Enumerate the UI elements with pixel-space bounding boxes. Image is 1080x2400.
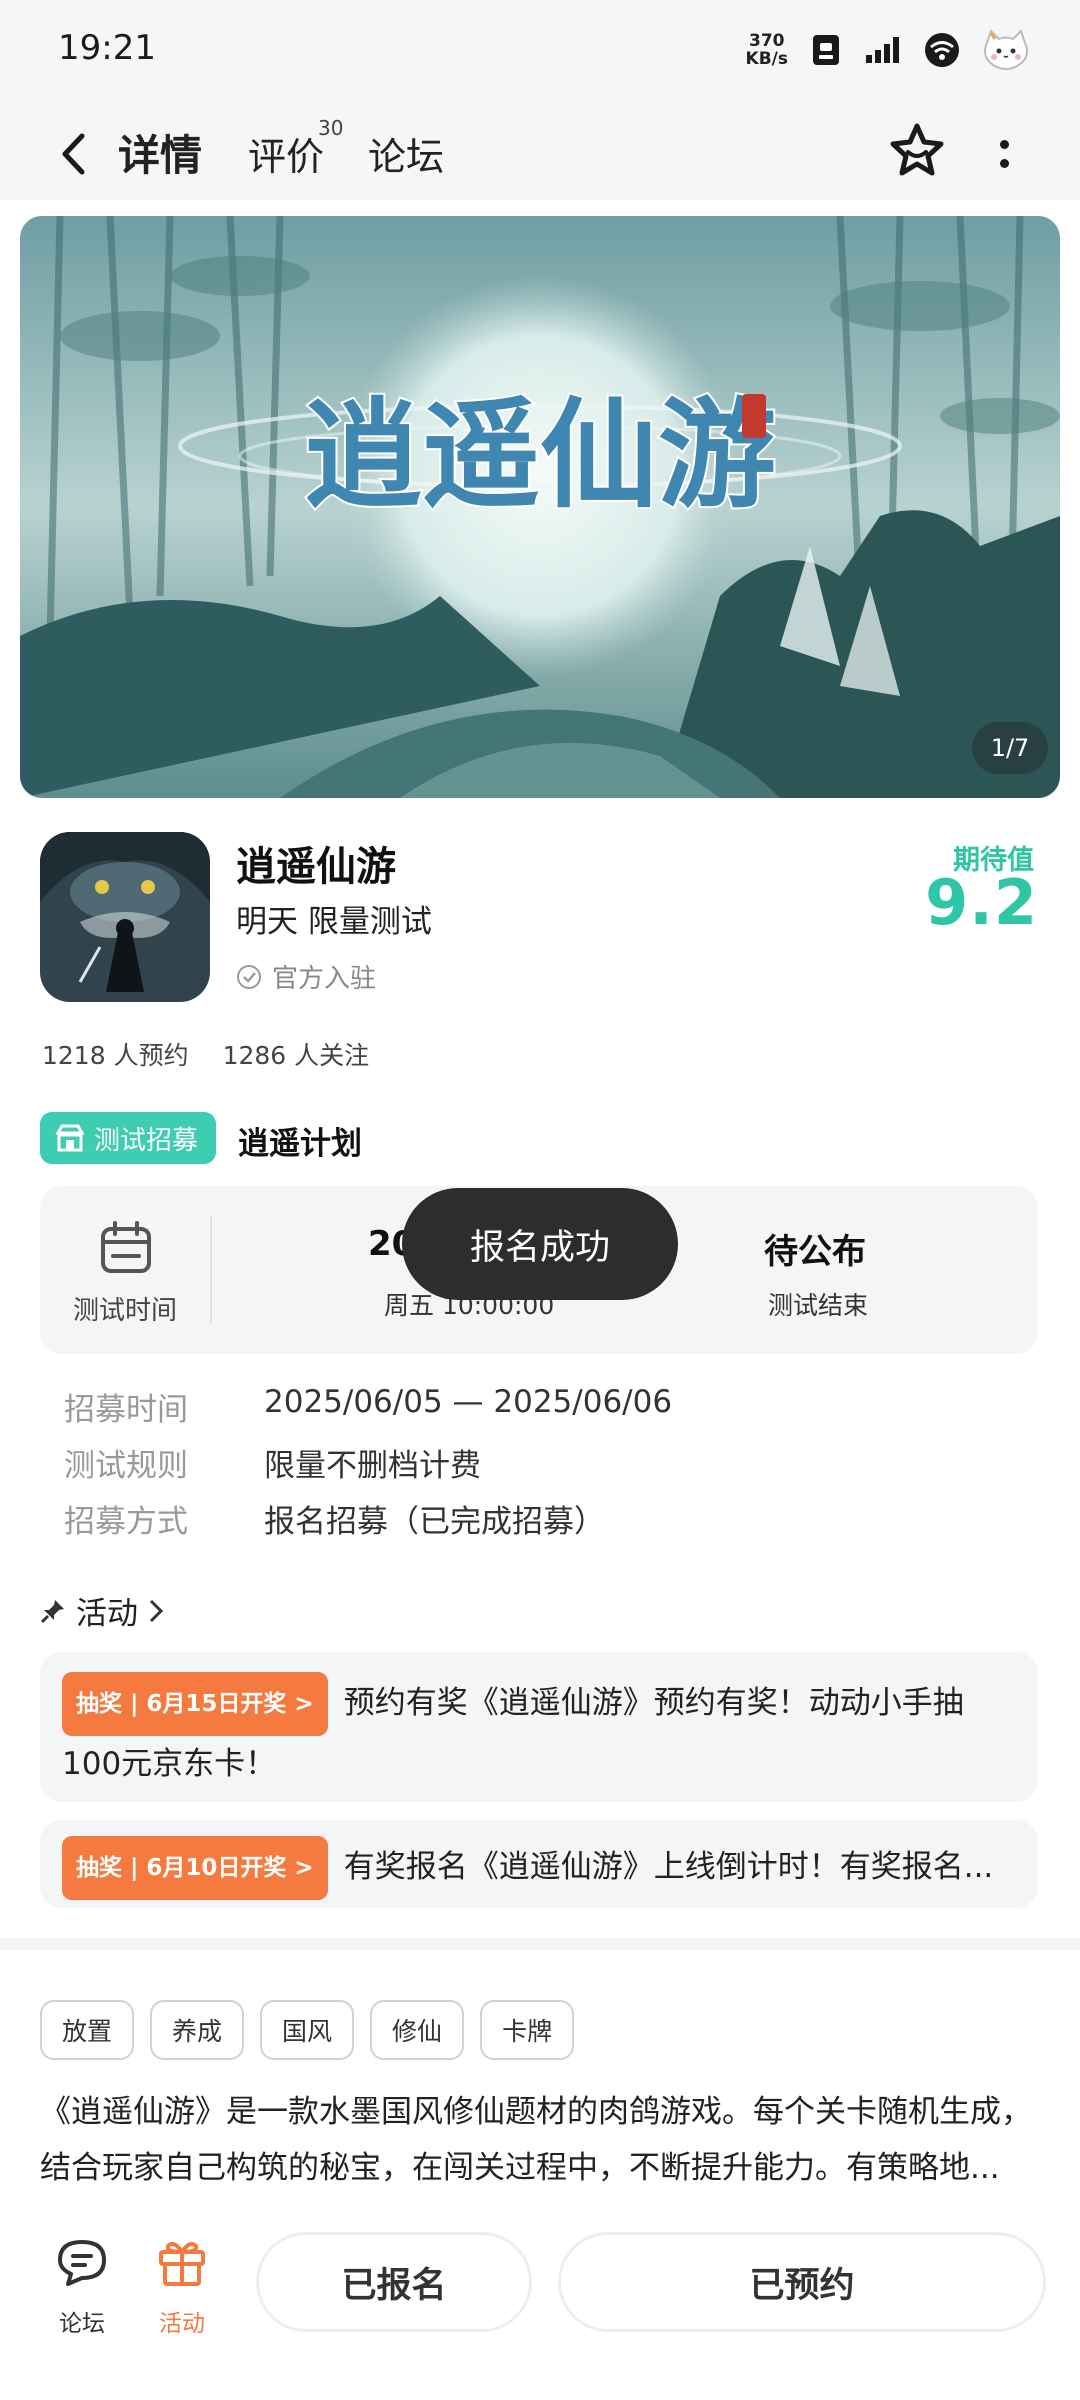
tab-reviews[interactable]: 评价 bbox=[248, 126, 324, 181]
net-speed-unit: KB/s bbox=[745, 49, 788, 69]
star-icon bbox=[890, 123, 944, 176]
game-name: 逍遥仙游 bbox=[236, 844, 396, 890]
status-bar: 19:21 370 KB/s bbox=[0, 0, 1080, 100]
genre-tag[interactable]: 卡牌 bbox=[480, 2000, 575, 2060]
signup-success-toast: 报名成功 bbox=[402, 1188, 678, 1300]
test-time-label: 测试时间 bbox=[72, 1296, 177, 1326]
recruit-method-label: 招募方式 bbox=[64, 1504, 188, 1540]
tab-details-label: 详情 bbox=[118, 131, 203, 180]
banner-carousel[interactable]: 逍遥仙游 1/7 bbox=[20, 216, 1060, 798]
more-dot-icon bbox=[999, 140, 1009, 149]
game-description[interactable]: 《逍遥仙游》是一款水墨国风修仙题材的肉鸽游戏。每个关卡随机生成， 结合玩家自己构… bbox=[40, 2084, 1040, 2196]
recruit-time-label: 招募时间 bbox=[64, 1392, 188, 1428]
genre-tag[interactable]: 国风 bbox=[260, 2000, 355, 2060]
activities-header-label: 活动 bbox=[76, 1596, 138, 1632]
signal-icon bbox=[864, 30, 904, 70]
tab-forum-label: 论坛 bbox=[368, 135, 445, 179]
test-time-section: 测试时间 bbox=[40, 1186, 210, 1354]
card-divider bbox=[210, 1216, 212, 1324]
expectation-score: 9.2 bbox=[925, 866, 1038, 939]
bottom-action-bar: 论坛 活动 已报名 已预约 bbox=[0, 2210, 1080, 2400]
test-rule-label: 测试规则 bbox=[64, 1448, 188, 1484]
test-end-status: 待公布 bbox=[764, 1232, 866, 1272]
recruit-store-icon bbox=[55, 1124, 85, 1152]
calendar-icon bbox=[101, 1221, 151, 1273]
status-time: 19:21 bbox=[58, 28, 156, 68]
sim-card-icon bbox=[806, 30, 846, 70]
activities-header[interactable]: 活动 bbox=[40, 1588, 164, 1633]
genre-tag[interactable]: 修仙 bbox=[370, 2000, 465, 2060]
description-line: 结合玩家自己构筑的秘宝，在闯关过程中，不断提升能力。有策略地... bbox=[40, 2150, 1000, 2186]
pin-icon bbox=[40, 1599, 64, 1623]
activity-text: 有奖报名《逍遥仙游》上线倒计时！有奖报名... bbox=[343, 1849, 994, 1885]
genre-tag[interactable]: 养成 bbox=[150, 2000, 245, 2060]
activity-content: 抽奖 | 6月15日开奖 > 预约有奖《逍遥仙游》预约有奖！动动小手抽100元京东… bbox=[62, 1672, 1016, 1792]
official-label: 官方入驻 bbox=[272, 964, 377, 994]
genre-tags: 放置 养成 国风 修仙 卡牌 bbox=[40, 2000, 575, 2060]
cat-avatar-icon bbox=[980, 28, 1032, 72]
test-recruit-label: 测试招募 bbox=[94, 1125, 199, 1156]
tab-reviews-label: 评价 bbox=[248, 135, 325, 179]
recruit-plan-name: 逍遥计划 bbox=[238, 1126, 362, 1162]
activity-card[interactable]: 抽奖 | 6月10日开奖 > 有奖报名《逍遥仙游》上线倒计时！有奖报名... bbox=[40, 1820, 1038, 1908]
chevron-right-icon bbox=[149, 1599, 164, 1622]
more-dot-icon bbox=[999, 159, 1009, 168]
gift-icon bbox=[159, 2242, 205, 2286]
test-rule-value: 限量不删档计费 bbox=[264, 1448, 481, 1484]
more-options-button[interactable] bbox=[986, 124, 1022, 184]
signed-up-button[interactable]: 已报名 bbox=[256, 2232, 532, 2332]
bottom-activity-button[interactable]: 活动 bbox=[142, 2234, 222, 2338]
verified-check-icon bbox=[237, 964, 261, 989]
banner-artwork: 逍遥仙游 bbox=[20, 216, 1060, 798]
wifi-icon bbox=[922, 30, 962, 70]
tab-details[interactable]: 详情 bbox=[114, 122, 207, 183]
test-end-label: 测试结束 bbox=[768, 1291, 869, 1320]
banner-title-art: 逍遥仙游 bbox=[304, 385, 776, 524]
game-test-status: 明天 限量测试 bbox=[236, 904, 432, 940]
game-stats: 1218 人预约 1286 人关注 bbox=[42, 1036, 369, 1072]
forum-chat-icon bbox=[58, 2240, 106, 2286]
net-speed: 370 KB/s bbox=[746, 32, 788, 68]
tab-forum[interactable]: 论坛 bbox=[368, 126, 444, 181]
activity-lottery-pill[interactable]: 抽奖 | 6月15日开奖 > bbox=[62, 1672, 328, 1736]
genre-tag[interactable]: 放置 bbox=[40, 2000, 135, 2060]
section-separator bbox=[0, 1938, 1080, 1950]
net-speed-value: 370 bbox=[749, 31, 785, 51]
favorite-button[interactable] bbox=[886, 120, 948, 182]
banner-page-counter: 1/7 bbox=[972, 722, 1048, 774]
back-button[interactable] bbox=[48, 124, 98, 184]
recruit-method-value: 报名招募（已完成招募） bbox=[264, 1504, 605, 1540]
official-badge: 官方入驻 bbox=[236, 958, 376, 995]
recruit-time-value: 2025/06/05 — 2025/06/06 bbox=[264, 1384, 673, 1420]
status-icons: 370 KB/s bbox=[746, 24, 1032, 76]
reservation-count: 1218 人预约 bbox=[42, 1041, 189, 1070]
follower-count: 1286 人关注 bbox=[222, 1041, 370, 1070]
bottom-forum-label: 论坛 bbox=[59, 2311, 105, 2337]
bottom-activity-label: 活动 bbox=[159, 2311, 205, 2337]
back-arrow-icon bbox=[62, 133, 85, 175]
game-app-icon bbox=[40, 832, 210, 1002]
top-nav: 详情 评价 30 论坛 bbox=[0, 110, 1080, 200]
reserved-button[interactable]: 已预约 bbox=[558, 2232, 1046, 2332]
activity-content: 抽奖 | 6月10日开奖 > 有奖报名《逍遥仙游》上线倒计时！有奖报名... bbox=[62, 1836, 1016, 1900]
activity-lottery-pill[interactable]: 抽奖 | 6月10日开奖 > bbox=[62, 1836, 328, 1900]
bottom-forum-button[interactable]: 论坛 bbox=[42, 2234, 122, 2338]
description-line: 《逍遥仙游》是一款水墨国风修仙题材的肉鸽游戏。每个关卡随机生成， bbox=[40, 2094, 1032, 2130]
review-count-badge: 30 bbox=[318, 116, 344, 140]
test-recruit-tag: 测试招募 bbox=[40, 1112, 217, 1164]
activity-card[interactable]: 抽奖 | 6月15日开奖 > 预约有奖《逍遥仙游》预约有奖！动动小手抽100元京东… bbox=[40, 1652, 1038, 1802]
